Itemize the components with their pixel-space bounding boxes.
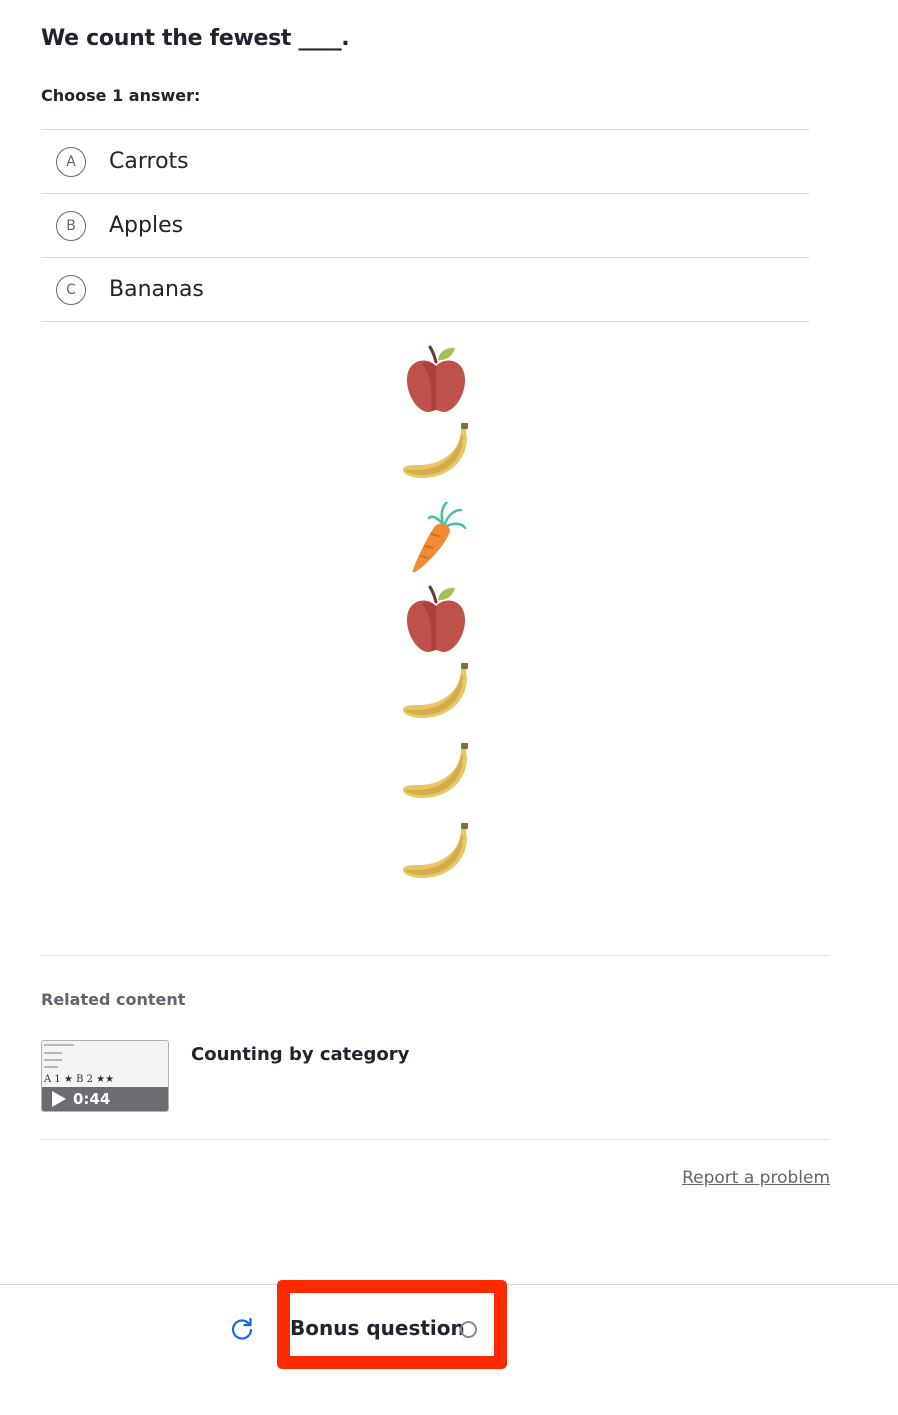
bonus-status-icon [460,1321,477,1338]
choice-label: Apples [109,213,184,238]
banana-icon [395,422,477,502]
thumbnail-text-line [44,1066,58,1068]
video-thumbnail[interactable]: A 1 ★ B 2 ★★ 0:44 [41,1040,169,1112]
choice-c[interactable]: C Bananas [41,258,809,322]
divider [41,955,830,956]
fruit-picture [395,342,477,902]
divider [41,1139,830,1140]
choose-instruction: Choose 1 answer: [41,86,201,105]
banana-icon [395,822,477,902]
answer-choices: A Carrots B Apples C Bananas [41,129,809,322]
apple-icon [395,582,477,662]
related-content-heading: Related content [41,990,186,1009]
related-video-link[interactable]: Counting by category [191,1044,409,1065]
question-text: We count the fewest ____. [41,26,350,51]
choice-letter: B [56,210,86,241]
report-problem-link[interactable]: Report a problem [682,1168,830,1188]
thumbnail-text-line [44,1044,74,1046]
apple-icon [395,342,477,422]
choice-letter: A [56,146,86,177]
choice-label: Bananas [109,277,204,302]
banana-icon [395,742,477,822]
choice-letter: C [56,274,86,305]
carrot-icon [395,502,477,582]
choice-label: Carrots [109,149,189,174]
video-duration: 0:44 [73,1090,111,1108]
footer-bar [0,1284,898,1415]
play-icon [52,1091,66,1107]
bonus-question-button[interactable]: Bonus question [290,1316,465,1340]
choice-b[interactable]: B Apples [41,194,809,258]
thumbnail-text-line [44,1059,62,1061]
restart-icon[interactable] [229,1316,255,1342]
choice-a[interactable]: A Carrots [41,130,809,194]
banana-icon [395,662,477,742]
thumbnail-text-line [44,1052,62,1054]
video-duration-bar: 0:44 [42,1087,168,1111]
thumbnail-caption: A 1 ★ B 2 ★★ [44,1074,115,1085]
